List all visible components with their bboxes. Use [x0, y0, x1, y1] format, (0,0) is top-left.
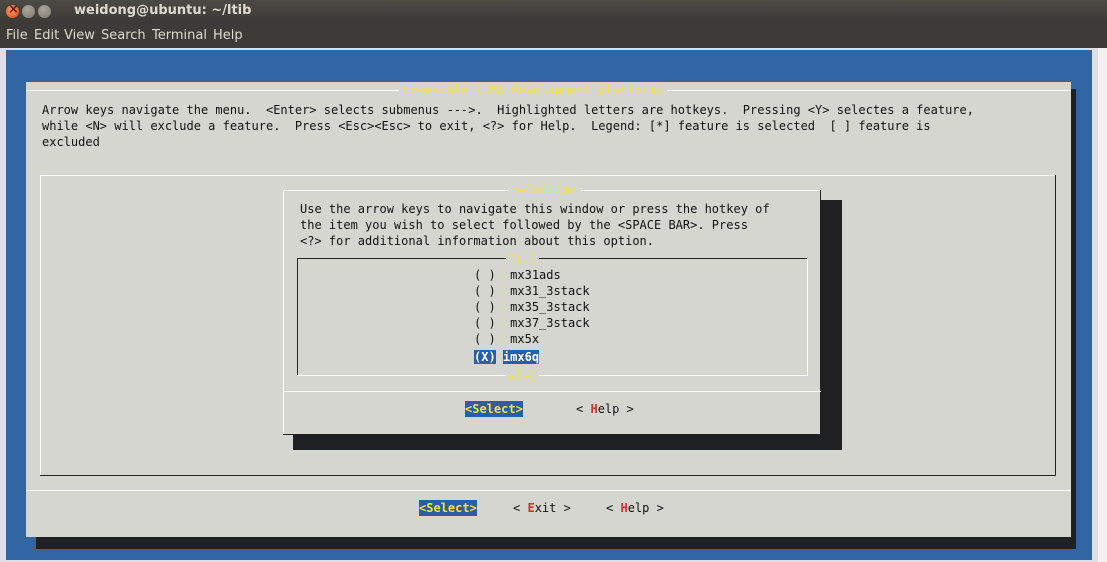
radio-mark: ( ) — [474, 284, 496, 298]
list-box-left — [297, 258, 298, 375]
help-line-1: Arrow keys navigate the menu. <Enter> se… — [42, 103, 974, 117]
dialog-border-right — [820, 190, 821, 435]
window-titlebar: weidong@ubuntu: ~/ltib — [0, 0, 1107, 24]
list-item[interactable]: ( ) ▏mx37_3stack — [474, 315, 590, 331]
menu-box-right — [1055, 175, 1056, 476]
menu-view[interactable]: View — [64, 28, 95, 43]
maximize-window-icon[interactable] — [38, 5, 51, 18]
main-select-button[interactable]: <Select> — [419, 500, 477, 516]
list-item[interactable]: ( ) ▏mx31ads — [474, 267, 561, 283]
main-button-separator — [26, 490, 1071, 491]
radio-mark-checked: (X) — [474, 350, 496, 364]
list-item-label: mx5x — [510, 332, 540, 346]
menu-file[interactable]: File — [6, 28, 28, 43]
list-item-selected[interactable]: (X) imx6q — [474, 349, 540, 365]
help-line-2: while <N> will exclude a feature. Press … — [42, 119, 931, 133]
list-item[interactable]: ( ) ▏mx31_3stack — [474, 283, 590, 299]
menu-terminal[interactable]: Terminal — [152, 28, 207, 43]
radio-mark: ( ) — [474, 316, 496, 330]
main-exit-button[interactable]: < Exit > — [513, 500, 571, 516]
list-item[interactable]: ( ) ▏mx5x — [474, 331, 539, 347]
dialog-text-2: the item you wish to select followed by … — [300, 218, 748, 232]
radio-mark: ( ) — [474, 300, 496, 314]
window-title: weidong@ubuntu: ~/ltib — [74, 3, 252, 18]
list-item-label: mx31_3stack — [510, 284, 590, 298]
terminal-scrollbar[interactable] — [1098, 48, 1107, 562]
menu-help[interactable]: Help — [213, 28, 243, 43]
list-box-bottom — [297, 375, 807, 376]
dialog-border-bottom — [283, 434, 821, 435]
dialog-text-3: <?> for additional information about thi… — [300, 234, 655, 248]
dialog-help-button[interactable]: < Help > — [576, 401, 634, 417]
menu-box-left — [40, 175, 41, 475]
dialog-button-separator — [283, 391, 821, 392]
main-window-title: Freescale i.MX development platforms — [399, 82, 668, 98]
main-help-button[interactable]: < Help > — [606, 500, 664, 516]
dialog-select-button[interactable]: <Select> — [465, 401, 523, 417]
list-item-label: mx37_3stack — [510, 316, 590, 330]
minimize-window-icon[interactable] — [22, 5, 35, 18]
menu-edit[interactable]: Edit — [34, 28, 59, 43]
list-item-label: imx6q — [502, 350, 540, 364]
scroll-up-indicator: ^(-) — [506, 251, 539, 267]
close-window-icon[interactable] — [6, 2, 19, 18]
menu-box-top — [40, 175, 1055, 176]
radio-mark: ( ) — [474, 332, 496, 346]
menu-box-bottom — [40, 475, 1055, 476]
list-item-label: mx31ads — [510, 268, 561, 282]
menu-search[interactable]: Search — [101, 28, 146, 43]
list-box-top — [297, 258, 807, 259]
scroll-down-indicator: v(+) — [506, 368, 539, 384]
radio-mark: ( ) — [474, 268, 496, 282]
help-line-3: excluded — [42, 135, 100, 149]
list-box-right — [807, 258, 808, 376]
menubar: File Edit View Search Terminal Help — [0, 24, 1107, 48]
dialog-title: Selection — [508, 182, 582, 198]
list-item[interactable]: ( ) ▏mx35_3stack — [474, 299, 590, 315]
dialog-border-left — [283, 190, 284, 435]
dialog-text-1: Use the arrow keys to navigate this wind… — [300, 202, 770, 216]
list-item-label: mx35_3stack — [510, 300, 590, 314]
